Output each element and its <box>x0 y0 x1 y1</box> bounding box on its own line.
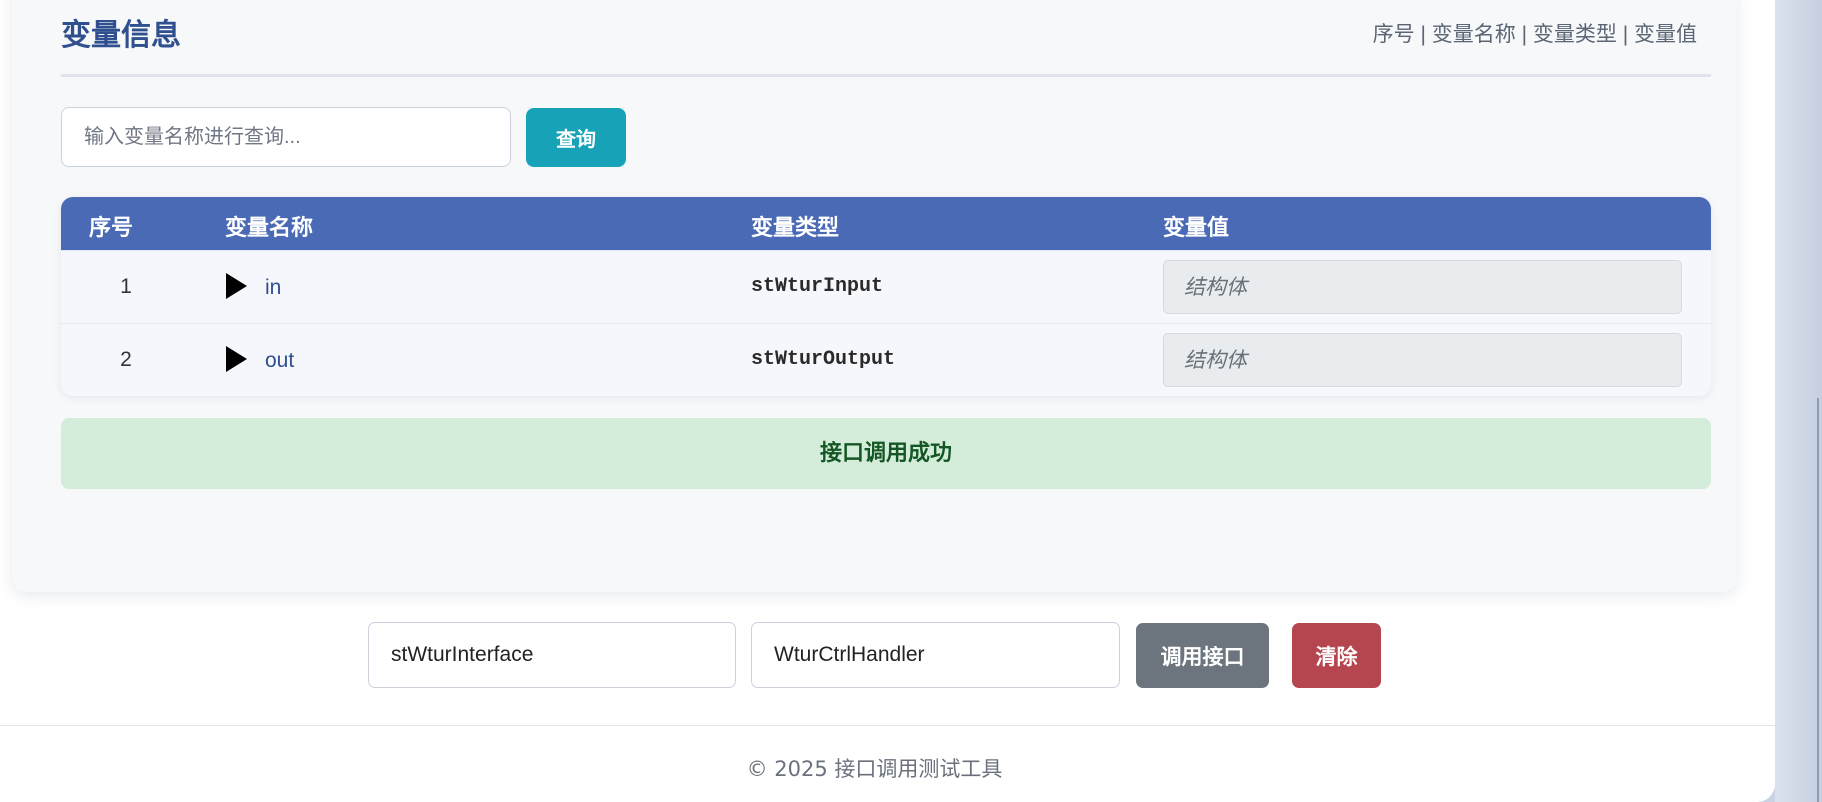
header-name: 变量名称 <box>225 216 314 241</box>
interface-name-input[interactable] <box>368 622 736 688</box>
expand-triangle-icon[interactable] <box>226 346 247 372</box>
scrollbar-thumb[interactable] <box>1817 398 1819 802</box>
status-message: 接口调用成功 <box>61 418 1711 489</box>
variable-name[interactable]: out <box>265 349 294 373</box>
table-header: 序号 变量名称 变量类型 变量值 <box>61 197 1711 250</box>
search-button[interactable]: 查询 <box>526 108 626 167</box>
variable-value-field: 结构体 <box>1163 333 1682 387</box>
title-divider <box>61 74 1711 77</box>
variable-value: 结构体 <box>1184 348 1247 372</box>
variable-type: stWturOutput <box>751 348 896 371</box>
page: 变量信息 序号 | 变量名称 | 变量类型 | 变量值 查询 序号 变量名称 变… <box>0 0 1775 802</box>
scrollbar-track[interactable] <box>1775 0 1822 802</box>
header-type: 变量类型 <box>751 216 840 241</box>
variable-type: stWturInput <box>751 275 884 298</box>
row-index: 2 <box>120 348 132 371</box>
card-title: 变量信息 <box>61 18 181 53</box>
column-hint: 序号 | 变量名称 | 变量类型 | 变量值 <box>1372 23 1697 46</box>
variable-name[interactable]: in <box>265 276 281 300</box>
variable-value: 结构体 <box>1184 275 1247 299</box>
table-row: 1 in stWturInput 结构体 <box>61 250 1711 323</box>
variable-value-field: 结构体 <box>1163 260 1682 314</box>
call-interface-button[interactable]: 调用接口 <box>1136 623 1269 688</box>
footer-text: © 2025 接口调用测试工具 <box>746 757 1003 781</box>
table-row: 2 out stWturOutput 结构体 <box>61 323 1711 396</box>
variable-info-card: 变量信息 序号 | 变量名称 | 变量类型 | 变量值 查询 序号 变量名称 变… <box>12 0 1737 592</box>
clear-button[interactable]: 清除 <box>1292 623 1381 688</box>
variable-search-input[interactable] <box>61 107 511 167</box>
header-index: 序号 <box>89 216 134 241</box>
header-value: 变量值 <box>1163 216 1230 241</box>
row-index: 1 <box>120 275 132 298</box>
variable-table: 序号 变量名称 变量类型 变量值 1 in stWturInput 结构体 2 … <box>61 197 1711 396</box>
expand-triangle-icon[interactable] <box>226 273 247 299</box>
footer-divider <box>0 725 1775 726</box>
handler-name-input[interactable] <box>751 622 1120 688</box>
